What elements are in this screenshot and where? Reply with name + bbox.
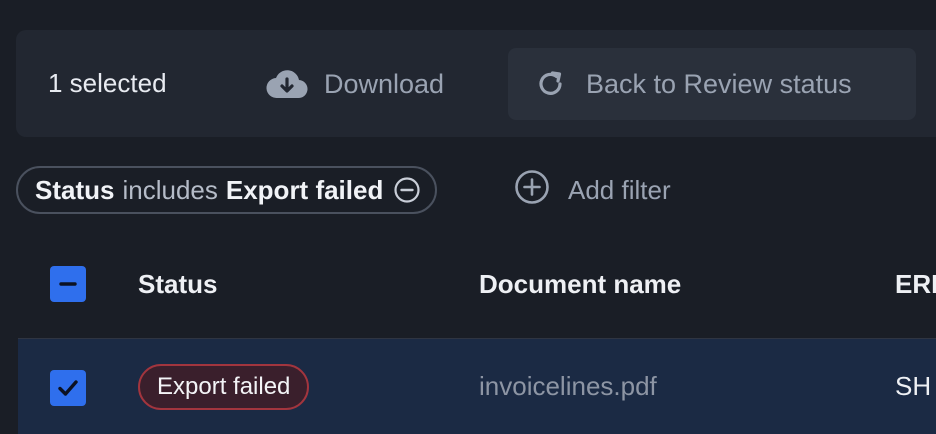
table-header: Status Document name ERI: [18, 244, 936, 339]
column-header-document-name[interactable]: Document name: [479, 244, 681, 324]
document-name-cell[interactable]: invoicelines.pdf: [479, 339, 657, 434]
filter-field: Status: [35, 174, 115, 205]
filter-operator: includes: [122, 174, 218, 205]
table-row[interactable]: Export failed invoicelines.pdf SH: [18, 339, 936, 434]
download-label: Download: [324, 68, 445, 99]
column-header-eri[interactable]: ERI: [895, 244, 936, 324]
plus-circle-icon: [514, 169, 550, 212]
eri-cell: SH: [895, 371, 932, 401]
remove-filter-icon[interactable]: [393, 176, 421, 204]
column-header-status[interactable]: Status: [138, 244, 217, 324]
status-filter-chip[interactable]: Status includes Export failed: [16, 166, 438, 214]
cloud-download-icon: [266, 68, 308, 100]
selected-count: 1 selected: [48, 68, 167, 98]
back-to-review-label: Back to Review status: [586, 68, 852, 99]
checkmark-icon: [58, 380, 78, 396]
row-checkbox[interactable]: [50, 370, 86, 406]
add-filter-label: Add filter: [568, 174, 671, 205]
add-filter-button[interactable]: Add filter: [514, 166, 671, 214]
minus-icon: [59, 282, 77, 286]
refresh-icon: [536, 69, 566, 99]
status-badge: Export failed: [138, 364, 310, 410]
selection-toolbar: 1 selected Download Back to Review statu…: [16, 30, 936, 137]
back-to-review-button[interactable]: Back to Review status: [508, 48, 916, 120]
select-all-checkbox[interactable]: [50, 266, 86, 302]
download-button[interactable]: Download: [266, 48, 444, 120]
page: 1 selected Download Back to Review statu…: [0, 0, 936, 434]
filter-value: Export failed: [225, 174, 384, 205]
